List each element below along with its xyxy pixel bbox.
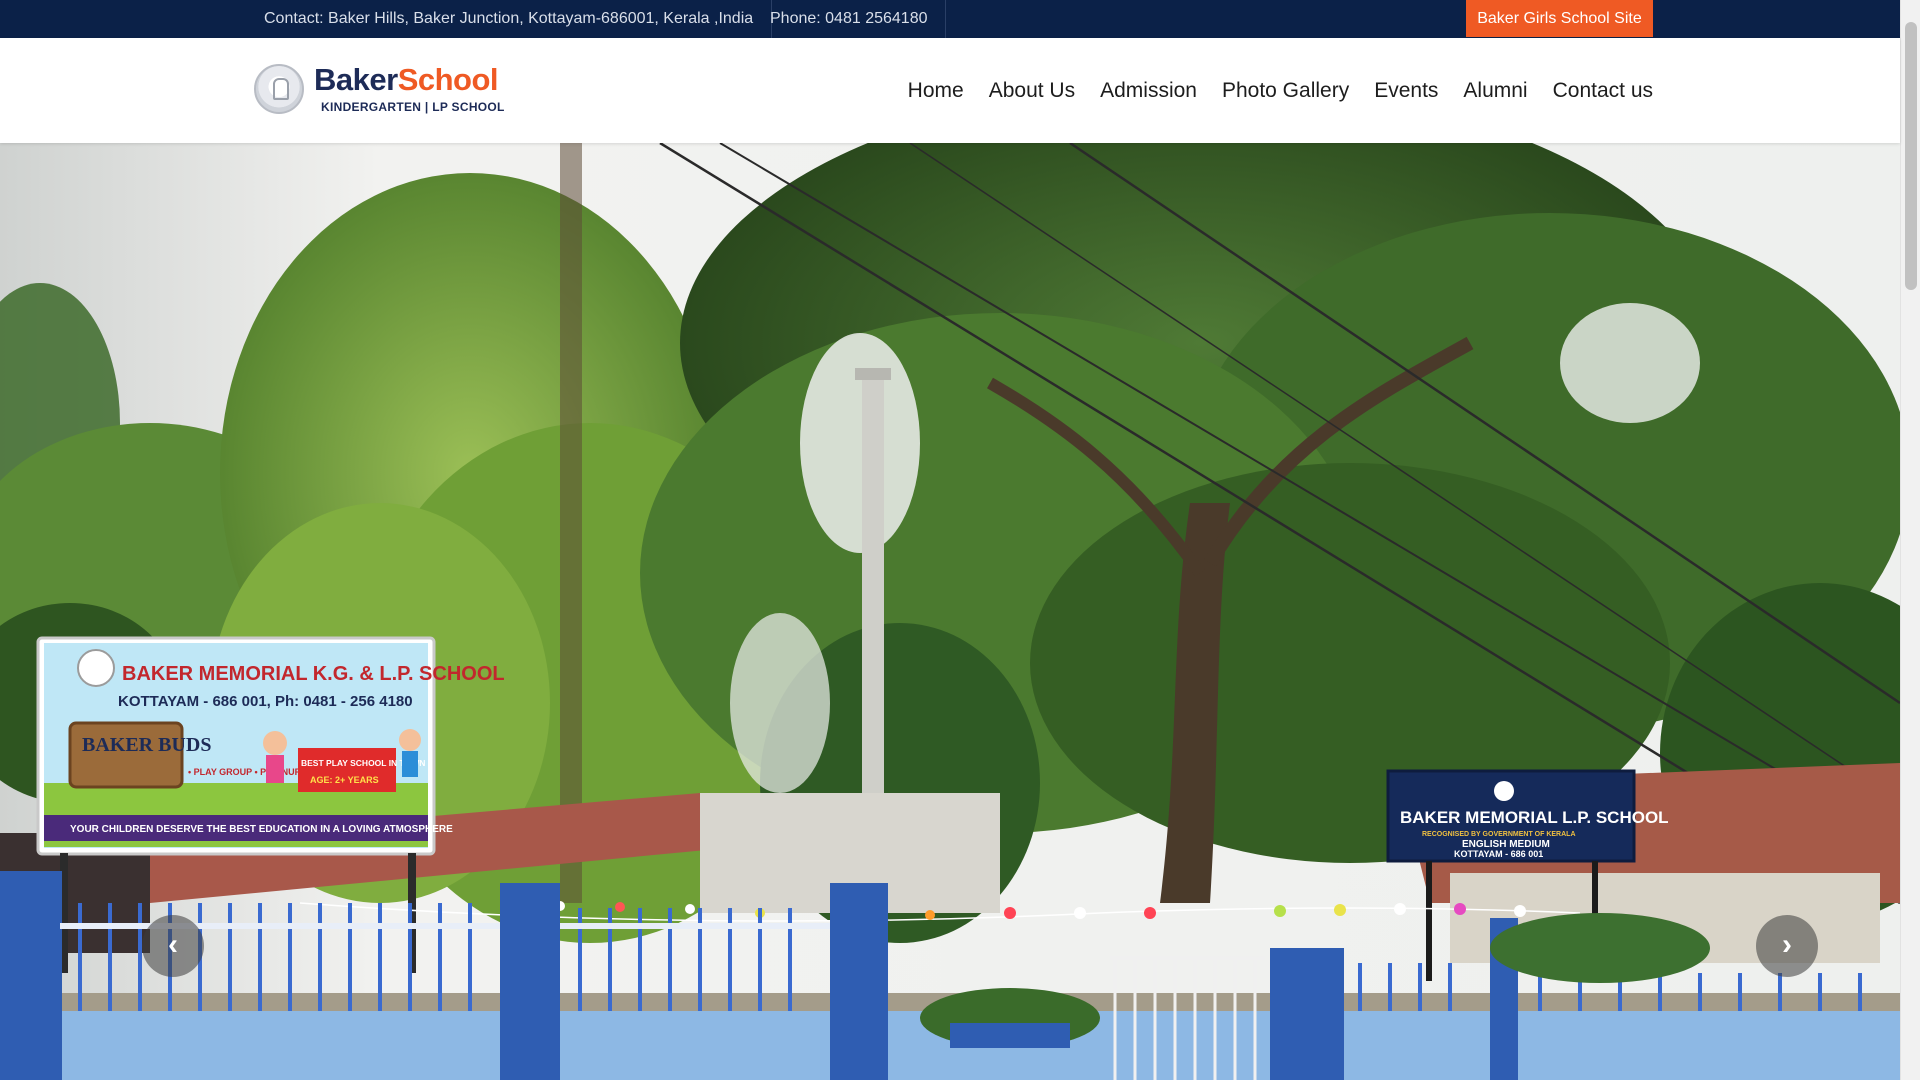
kg-board-title: BAKER MEMORIAL K.G. & L.P. SCHOOL (122, 663, 505, 685)
nav-alumni[interactable]: Alumni (1438, 79, 1527, 103)
site-logo[interactable]: BakerSchool KINDERGARTEN | LP SCHOOL (254, 62, 504, 116)
top-contact-bar: Contact: Baker Hills, Baker Junction, Ko… (0, 0, 1900, 38)
kg-board-buds: BAKER BUDS (82, 734, 211, 756)
kg-board-age: AGE: 2+ YEARS (310, 775, 379, 785)
logo-tagline: KINDERGARTEN | LP SCHOOL (321, 100, 505, 114)
girls-school-site-button[interactable]: Baker Girls School Site (1466, 0, 1653, 37)
nav-contact-us[interactable]: Contact us (1528, 79, 1653, 103)
logo-brand: BakerSchool (314, 62, 499, 98)
logo-brand-baker: Baker (314, 62, 398, 97)
nav-photo-gallery[interactable]: Photo Gallery (1197, 79, 1349, 103)
nav-about-us[interactable]: About Us (964, 79, 1075, 103)
logo-brand-school: School (397, 62, 499, 97)
page-scrollbar[interactable] (1900, 0, 1920, 1080)
kg-board-subtitle: KOTTAYAM - 686 001, Ph: 0481 - 256 4180 (118, 693, 413, 710)
slider-prev-button[interactable]: ‹ (142, 915, 204, 977)
lp-board-title: BAKER MEMORIAL L.P. SCHOOL (1400, 808, 1669, 827)
school-emblem-icon (254, 64, 304, 114)
chevron-right-icon: › (1782, 928, 1792, 961)
kg-board-footer: YOUR CHILDREN DESERVE THE BEST EDUCATION… (70, 824, 453, 835)
scrollbar-thumb[interactable] (1905, 22, 1917, 290)
nav-events[interactable]: Events (1349, 79, 1438, 103)
lp-board-line1: RECOGNISED BY GOVERNMENT OF KERALA (1422, 831, 1576, 838)
site-header: BakerSchool KINDERGARTEN | LP SCHOOL Hom… (0, 38, 1900, 143)
contact-address: Contact: Baker Hills, Baker Junction, Ko… (264, 0, 773, 38)
nav-admission[interactable]: Admission (1075, 79, 1197, 103)
slider-next-button[interactable]: › (1756, 915, 1818, 977)
lp-board-line3: KOTTAYAM - 686 001 (1454, 849, 1543, 859)
main-navigation: Home About Us Admission Photo Gallery Ev… (883, 38, 1653, 143)
hero-slider: BAKER MEMORIAL K.G. & L.P. SCHOOL KOTTAY… (0, 143, 1900, 1080)
nav-home[interactable]: Home (883, 79, 964, 103)
hero-photo: BAKER MEMORIAL K.G. & L.P. SCHOOL KOTTAY… (0, 143, 1900, 1080)
contact-phone: Phone: 0481 2564180 (752, 0, 947, 38)
chevron-left-icon: ‹ (168, 928, 178, 961)
